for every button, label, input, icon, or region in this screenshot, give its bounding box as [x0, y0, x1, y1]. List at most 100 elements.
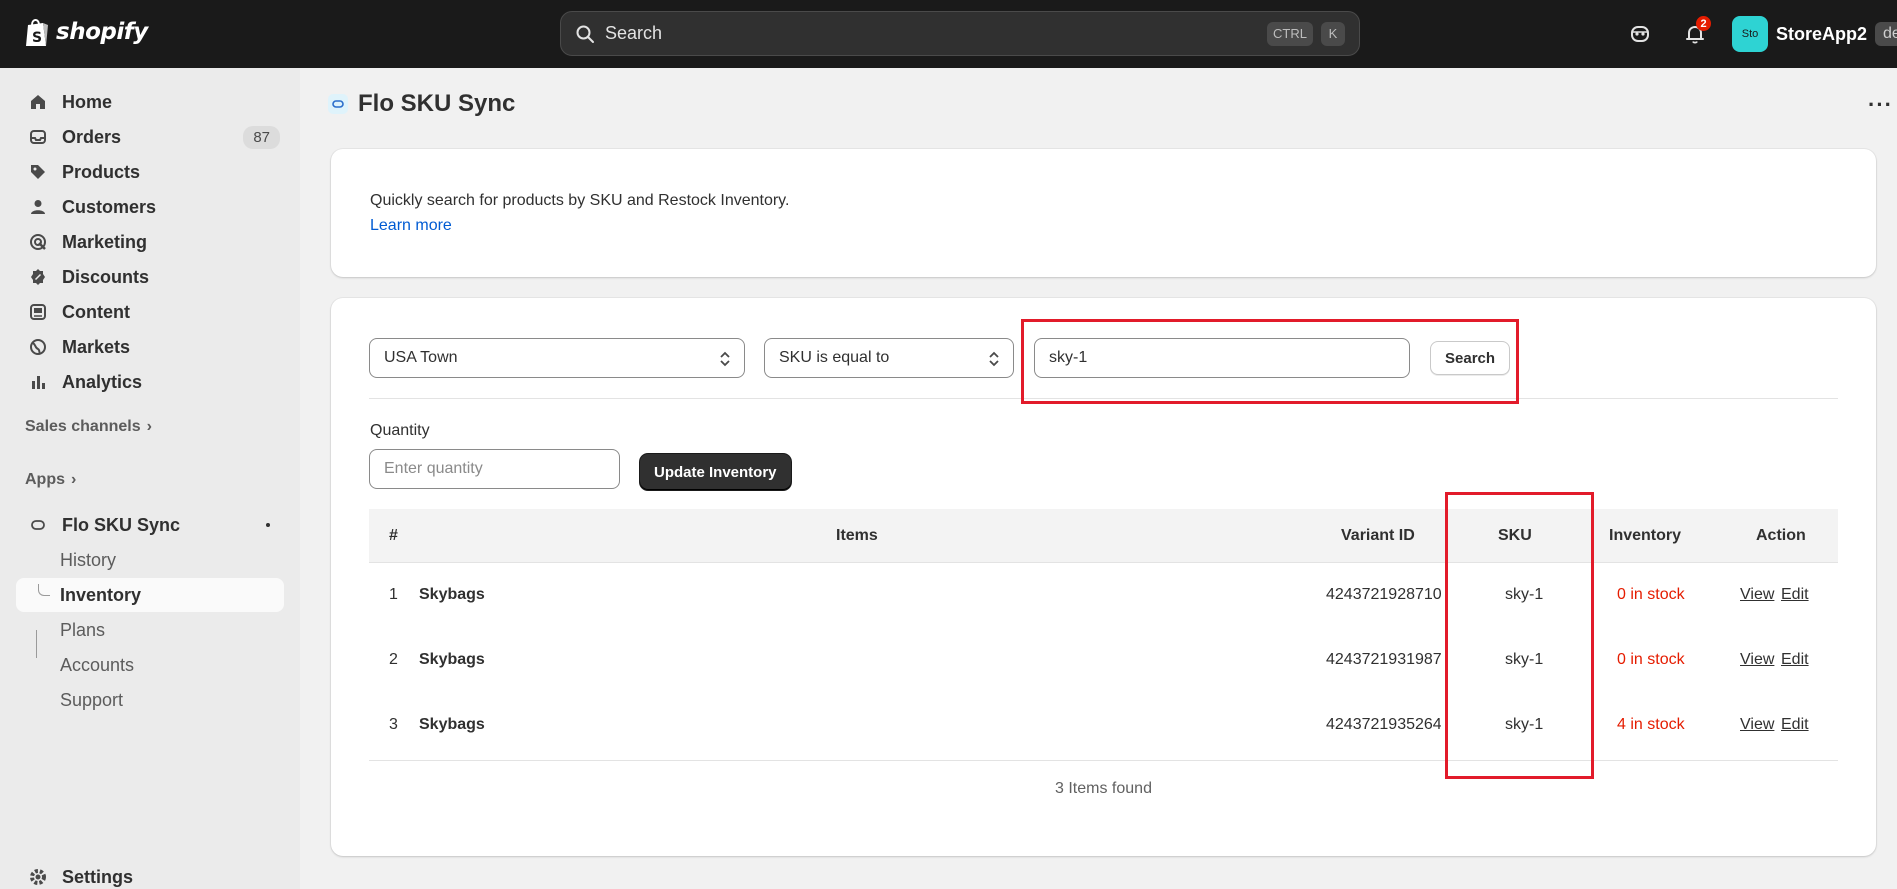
tree-branch-icon — [38, 584, 50, 596]
row-item-name: Skybags — [419, 651, 485, 668]
table-row: 2 Skybags 42437219319875 sky-1 0 in stoc… — [369, 629, 1838, 694]
sidebar-item-label: Customers — [62, 196, 157, 217]
sidekick-button[interactable] — [1626, 20, 1654, 48]
search-highlight-box — [1021, 319, 1519, 404]
sales-channels-link[interactable]: Sales channels › — [25, 418, 152, 436]
intro-card: Quickly search for products by SKU and R… — [331, 149, 1876, 277]
sidebar-item-label: Settings — [62, 866, 134, 887]
update-inventory-button[interactable]: Update Inventory — [640, 454, 791, 490]
apps-label: Apps — [25, 471, 65, 488]
column-header-action: Action — [1756, 527, 1806, 544]
location-select[interactable]: USA Town — [369, 338, 745, 378]
sidebar-subitem-inventory[interactable]: Inventory — [16, 578, 284, 612]
content-icon — [28, 302, 48, 322]
notifications-button[interactable]: 2 — [1681, 16, 1711, 48]
items-found-count: 3 Items found — [1055, 780, 1152, 797]
sidebar-item-label: Content — [62, 301, 130, 322]
view-link[interactable]: View — [1740, 716, 1774, 734]
shortcut-key-k: K — [1321, 21, 1345, 46]
sidebar-subitem-support[interactable]: Support — [16, 683, 284, 717]
quantity-input[interactable]: Enter quantity — [369, 449, 620, 489]
sidebar-item-label: Orders — [62, 126, 122, 147]
brand-name: shopify — [56, 19, 148, 45]
edit-link[interactable]: Edit — [1781, 716, 1809, 734]
sidebar-item-customers[interactable]: Customers — [16, 190, 284, 224]
sidekick-icon — [1631, 26, 1649, 42]
column-header-number: # — [389, 527, 398, 544]
tag-icon — [28, 162, 48, 182]
chevron-right-icon: › — [146, 418, 152, 435]
svg-text:S: S — [32, 30, 42, 46]
condition-select[interactable]: SKU is equal to — [764, 338, 1014, 378]
learn-more-link[interactable]: Learn more — [370, 217, 452, 235]
sidebar-item-markets[interactable]: Markets — [16, 330, 284, 364]
location-select-value: USA Town — [384, 349, 458, 366]
table-bottom-divider — [369, 760, 1838, 761]
sidebar-item-flo-sku-sync[interactable]: Flo SKU Sync — [16, 508, 284, 542]
row-number: 2 — [389, 651, 398, 668]
row-variant-id: 42437219319875 — [1326, 651, 1441, 668]
sidebar-item-marketing[interactable]: Marketing — [16, 225, 284, 259]
orders-icon — [28, 127, 48, 147]
row-number: 1 — [389, 586, 398, 603]
sku-column-highlight-box — [1445, 492, 1594, 779]
home-icon — [28, 92, 48, 112]
row-item-name: Skybags — [419, 716, 485, 733]
sidebar-subitem-label: Plans — [60, 619, 106, 640]
sidebar-item-label: Home — [62, 91, 113, 112]
sidebar-item-orders[interactable]: Orders 87 — [16, 120, 284, 154]
sidebar: Home Orders 87 Products Customers Market… — [0, 68, 300, 889]
person-icon — [28, 197, 48, 217]
sidebar-item-settings[interactable]: Settings — [16, 860, 284, 889]
store-name: StoreApp2 — [1776, 23, 1868, 44]
sidebar-item-label: Analytics — [62, 371, 143, 392]
row-variant-id: 42437219287107 — [1326, 586, 1441, 603]
shopify-logo[interactable]: S shopify — [24, 16, 148, 48]
sidebar-item-analytics[interactable]: Analytics — [16, 365, 284, 399]
table-row: 1 Skybags 42437219287107 sky-1 0 in stoc… — [369, 564, 1838, 629]
sales-channels-label: Sales channels — [25, 418, 141, 435]
store-avatar: Sto — [1732, 16, 1768, 52]
global-search-bar[interactable]: Search CTRL K — [560, 11, 1360, 56]
sidebar-subitem-label: Inventory — [60, 584, 142, 605]
page-title: Flo SKU Sync — [358, 90, 516, 117]
condition-select-value: SKU is equal to — [779, 349, 890, 366]
sidebar-subitem-label: Accounts — [60, 654, 135, 675]
store-env-tag: dev — [1875, 22, 1897, 46]
more-actions-button[interactable]: ··· — [1868, 92, 1893, 118]
sidebar-subitem-history[interactable]: History — [16, 543, 284, 577]
discount-icon — [28, 267, 48, 287]
sidebar-item-home[interactable]: Home — [16, 85, 284, 119]
apps-link[interactable]: Apps › — [25, 471, 76, 489]
row-inventory: 4 in stock — [1617, 716, 1685, 733]
app-icon — [28, 515, 48, 535]
table-row: 3 Skybags 42437219352643 sky-1 4 in stoc… — [369, 694, 1838, 759]
sidebar-item-label: Discounts — [62, 266, 150, 287]
sidebar-subitem-label: History — [60, 549, 117, 570]
view-link[interactable]: View — [1740, 651, 1774, 669]
sidebar-subitem-label: Support — [60, 689, 124, 710]
sidebar-subitem-plans[interactable]: Plans — [16, 613, 284, 647]
shopify-bag-icon: S — [26, 19, 48, 46]
orders-count-badge: 87 — [243, 125, 280, 149]
sidebar-subitem-accounts[interactable]: Accounts — [16, 648, 284, 682]
row-number: 3 — [389, 716, 398, 733]
chevron-right-icon: › — [71, 471, 77, 488]
select-chevron-icon — [720, 351, 730, 367]
view-link[interactable]: View — [1740, 586, 1774, 604]
row-item-name: Skybags — [419, 586, 485, 603]
edit-link[interactable]: Edit — [1781, 586, 1809, 604]
sidebar-item-discounts[interactable]: Discounts — [16, 260, 284, 294]
store-menu[interactable]: Sto StoreApp2 dev — [1732, 16, 1897, 52]
sidebar-item-label: Marketing — [62, 231, 148, 252]
row-inventory: 0 in stock — [1617, 586, 1685, 603]
sidebar-item-products[interactable]: Products — [16, 155, 284, 189]
select-chevron-icon — [989, 351, 999, 367]
chart-icon — [28, 372, 48, 392]
edit-link[interactable]: Edit — [1781, 651, 1809, 669]
search-icon — [576, 25, 594, 43]
column-header-variant-id: Variant ID — [1341, 527, 1415, 544]
sidebar-item-content[interactable]: Content — [16, 295, 284, 329]
sidebar-item-label: Flo SKU Sync — [62, 514, 181, 535]
search-placeholder: Search — [605, 23, 663, 43]
